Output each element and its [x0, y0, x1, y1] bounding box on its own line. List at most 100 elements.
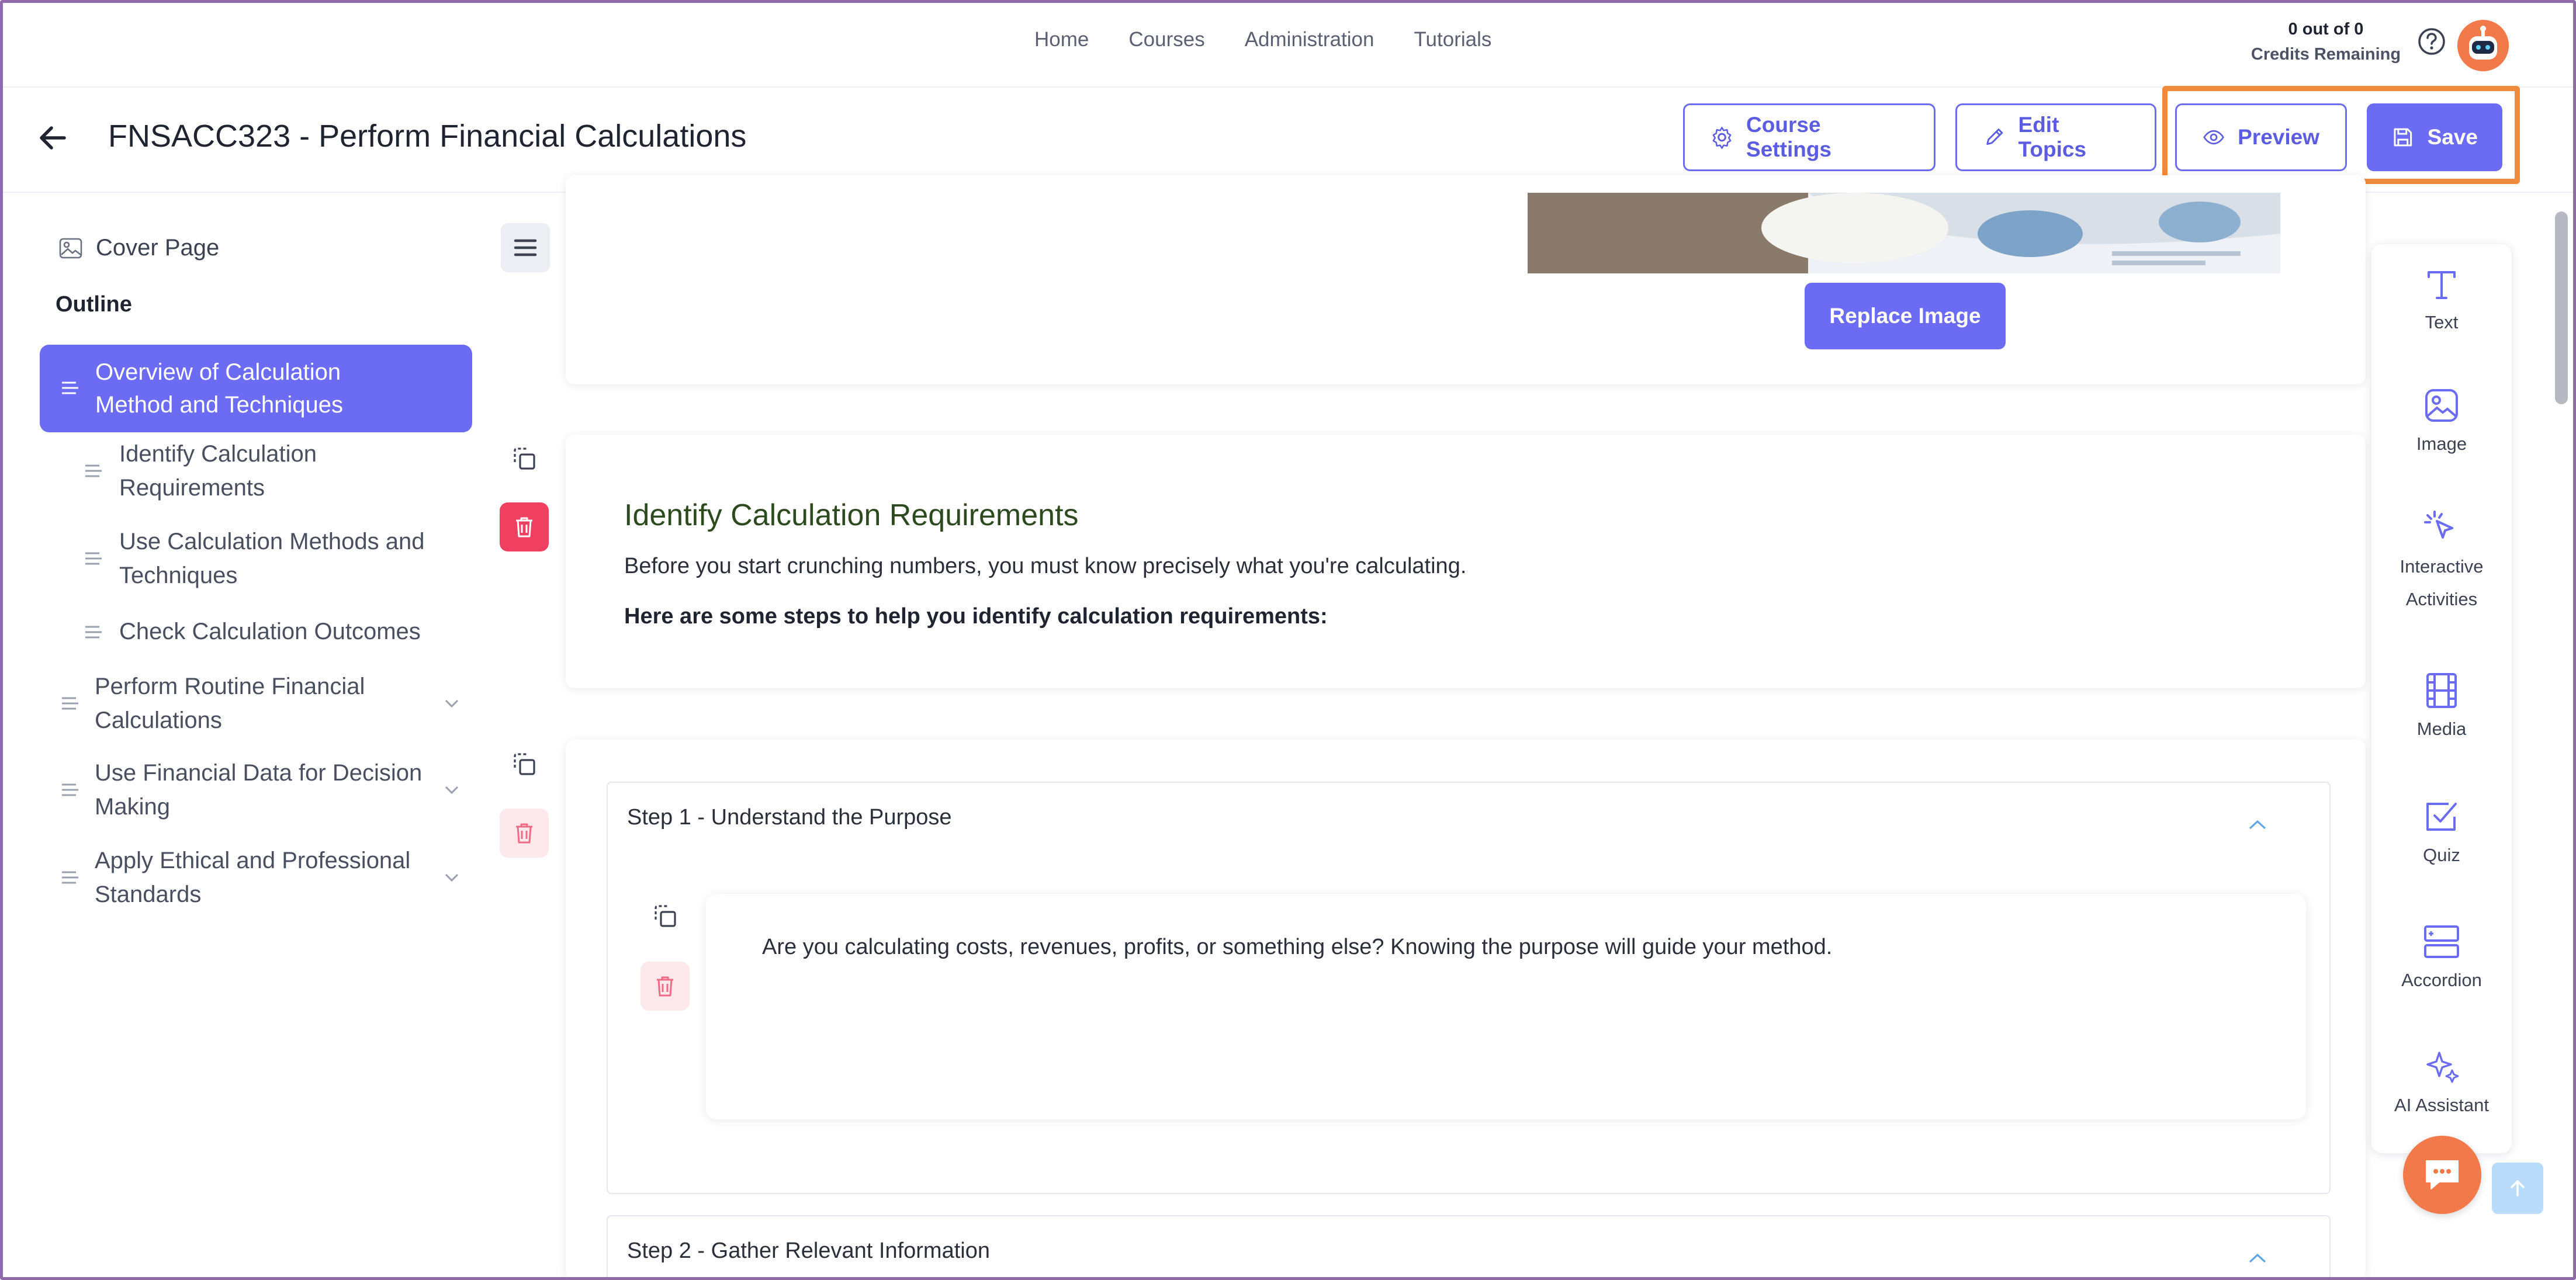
chevron-up-icon[interactable]: [2248, 819, 2267, 831]
course-settings-button[interactable]: Course Settings: [1683, 103, 1936, 171]
duplicate-step-button[interactable]: [640, 892, 690, 941]
trash-icon: [516, 823, 532, 844]
nav-tutorials[interactable]: Tutorials: [1414, 28, 1491, 51]
tool-accordion[interactable]: Accordion: [2371, 922, 2512, 999]
chevron-up-icon[interactable]: [2248, 1253, 2267, 1264]
tool-ai-assistant[interactable]: AI Assistant: [2371, 1047, 2512, 1124]
trash-icon: [657, 976, 673, 997]
replace-image-button[interactable]: Replace Image: [1805, 283, 2006, 349]
drag-handle-icon: [85, 464, 102, 477]
section-intro: Before you start crunching numbers, you …: [624, 554, 1467, 578]
sidebar-item-label: Check Calculation Outcomes: [119, 619, 421, 644]
sidebar-item-check[interactable]: Check Calculation Outcomes: [85, 615, 466, 648]
main-nav: Home Courses Administration Tutorials: [1034, 28, 1491, 51]
robot-avatar[interactable]: [2457, 20, 2509, 71]
tool-media[interactable]: Media: [2371, 671, 2512, 748]
sidebar-item-label: Perform Routine Financial Calculations: [95, 674, 365, 733]
sparkles-icon: [2426, 1052, 2459, 1083]
tool-interactive-activities[interactable]: Interactive Activities: [2371, 508, 2512, 618]
step-1-body[interactable]: Are you calculating costs, revenues, pro…: [762, 935, 1832, 960]
trash-icon: [516, 517, 532, 537]
hamburger-icon: [514, 239, 537, 256]
edit-topics-button[interactable]: Edit Topics: [1955, 103, 2156, 171]
copy-icon: [514, 448, 535, 470]
cover-page-item[interactable]: Cover Page: [58, 235, 219, 261]
cursor-click-icon: [2424, 511, 2453, 539]
tool-activities-label: Activities: [2405, 589, 2478, 609]
nav-administration[interactable]: Administration: [1245, 28, 1374, 51]
chat-support-button[interactable]: [2403, 1136, 2481, 1214]
drag-handle-icon: [62, 871, 78, 884]
credits-count: 0 out of 0: [2288, 20, 2364, 39]
sidebar-item-label: Use Calculation Methods and Techniques: [119, 529, 425, 588]
checkbox-icon: [2426, 803, 2457, 831]
drag-handle-icon: [85, 552, 102, 565]
delete-section-button[interactable]: [500, 502, 549, 551]
nav-home[interactable]: Home: [1034, 28, 1089, 51]
top-navbar: Home Courses Administration Tutorials 0 …: [0, 0, 2576, 88]
help-icon[interactable]: [2417, 27, 2446, 56]
chat-bubble-icon: [2426, 1160, 2459, 1189]
gear-icon: [1712, 127, 1732, 149]
duplicate-accordion-button[interactable]: [500, 740, 549, 789]
course-title: FNSACC323 - Perform Financial Calculatio…: [108, 119, 747, 154]
course-image: [1528, 193, 2280, 273]
delete-accordion-button[interactable]: [500, 809, 549, 858]
tool-accordion-label: Accordion: [2401, 970, 2482, 990]
preview-save-highlight: [2162, 86, 2520, 184]
tool-quiz[interactable]: Quiz: [2371, 797, 2512, 874]
credits-display: 0 out of 0 Credits Remaining: [2238, 20, 2414, 64]
drag-handle-icon: [62, 381, 78, 394]
drag-handle-icon: [62, 697, 78, 710]
image-icon: [59, 238, 82, 258]
tool-image[interactable]: Image: [2371, 386, 2512, 463]
drag-handle-icon: [85, 626, 102, 639]
accordion-icon: [2424, 925, 2459, 958]
drag-handle-icon: [62, 783, 78, 796]
page-scrollbar[interactable]: [2555, 211, 2568, 404]
sidebar-item-overview-label: Overview of Calculation Method and Techn…: [95, 359, 344, 418]
outline-menu-button[interactable]: [501, 223, 550, 272]
scroll-to-top-button[interactable]: [2492, 1163, 2543, 1214]
back-arrow-icon[interactable]: [35, 120, 70, 155]
arrow-up-icon: [2511, 1180, 2525, 1196]
cover-page-label: Cover Page: [96, 235, 220, 261]
sidebar-item-label: Use Financial Data for Decision Making: [95, 760, 423, 820]
tool-interactive-label: Interactive: [2400, 556, 2484, 577]
duplicate-section-button[interactable]: [500, 434, 549, 483]
tool-quiz-label: Quiz: [2423, 845, 2460, 865]
credits-label: Credits Remaining: [2250, 45, 2401, 64]
accordion-step-2-title[interactable]: Step 2 - Gather Relevant Information: [627, 1239, 990, 1264]
sidebar-item-label: Identify Calculation Requirements: [119, 441, 317, 501]
chevron-down-icon[interactable]: [444, 699, 459, 708]
copy-icon: [514, 753, 535, 775]
tool-media-label: Media: [2416, 719, 2467, 739]
delete-step-button[interactable]: [640, 962, 690, 1011]
course-settings-label: Course Settings: [1746, 113, 1832, 161]
accordion-step-1-title[interactable]: Step 1 - Understand the Purpose: [627, 805, 952, 830]
sidebar-item-routine[interactable]: Perform Routine Financial Calculations: [61, 670, 470, 737]
section-heading: Identify Calculation Requirements: [624, 498, 1079, 532]
pencil-icon: [1986, 129, 2003, 145]
tool-image-label: Image: [2416, 433, 2467, 454]
content-tools-panel: Text Image Interactive Activities Media …: [2371, 244, 2512, 1153]
sidebar-item-label: Apply Ethical and Professional Standards: [95, 848, 411, 907]
step-1-body-card: [706, 894, 2306, 1119]
sidebar-item-overview[interactable]: Overview of Calculation Method and Techn…: [40, 345, 472, 432]
tool-ai-assistant-label: AI Assistant: [2394, 1095, 2489, 1115]
sidebar-item-identify[interactable]: Identify Calculation Requirements: [85, 437, 437, 505]
outline-sidebar: Cover Page Outline Overview of Calculati…: [0, 193, 485, 1280]
tool-text-label: Text: [2425, 312, 2459, 332]
image-icon: [2425, 389, 2458, 422]
edit-topics-label: Edit Topics: [2018, 113, 2087, 161]
chevron-down-icon[interactable]: [444, 785, 459, 795]
film-icon: [2426, 673, 2457, 708]
nav-courses[interactable]: Courses: [1128, 28, 1204, 51]
sidebar-item-use-methods[interactable]: Use Calculation Methods and Techniques: [85, 525, 461, 592]
chevron-down-icon[interactable]: [444, 873, 459, 882]
text-icon: [2428, 271, 2456, 299]
section-bold-text: Here are some steps to help you identify…: [624, 604, 1328, 629]
tool-text[interactable]: Text: [2371, 264, 2512, 341]
sidebar-item-financial-data[interactable]: Use Financial Data for Decision Making: [61, 756, 470, 824]
sidebar-item-ethical[interactable]: Apply Ethical and Professional Standards: [61, 844, 470, 911]
